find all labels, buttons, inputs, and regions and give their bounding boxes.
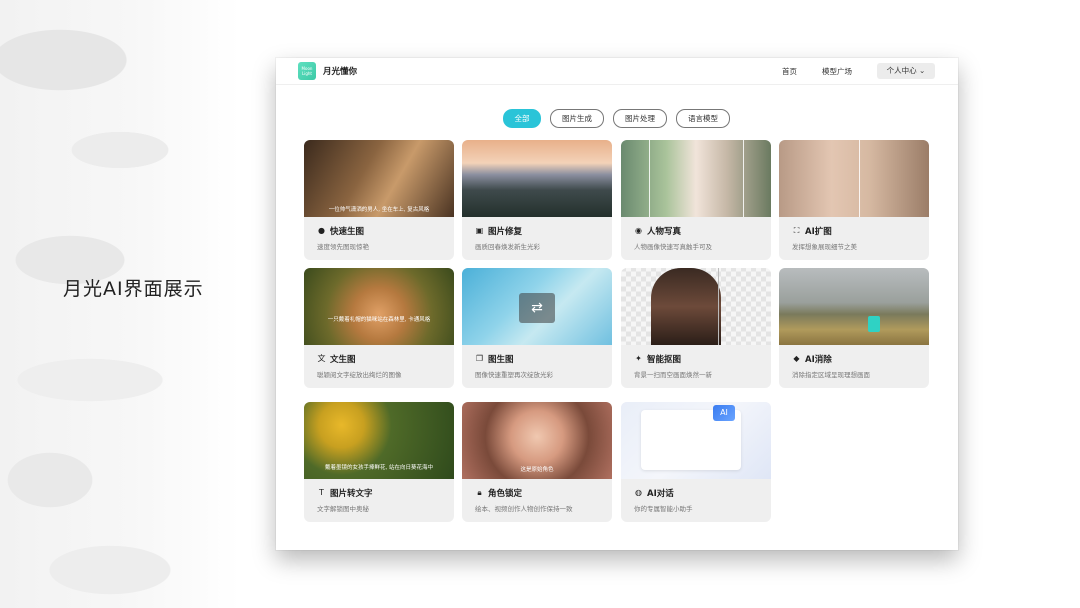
lock-icon: 🔒︎ — [477, 488, 482, 497]
card-title: 快速生图 — [330, 227, 365, 237]
card-title: 图片转文字 — [330, 489, 373, 499]
app-window: Moon Light 月光懂你 首页 模型广场 个人中心 ⌄ 全部 图片生成 图… — [276, 58, 958, 550]
card-image-caption: 一位帅气潇洒的男人, 坐在车上, 复古风格 — [328, 207, 430, 213]
camera-icon: ◉ — [635, 226, 642, 235]
expand-icon: ⛶ — [793, 226, 800, 235]
card-character-lock[interactable]: 这是原始角色 🔒︎ 角色锁定 绘本、视频创作人物创作保持一致 — [462, 402, 612, 522]
card-title: 图生图 — [488, 355, 514, 365]
card-title: AI对话 — [647, 489, 674, 499]
tab-image-processing[interactable]: 图片处理 — [613, 109, 667, 128]
globe-icon: ◍ — [635, 488, 642, 497]
card-image-caption: 一只戴着礼帽的猫咪站在森林里, 卡通风格 — [327, 317, 431, 323]
card-image: AI — [621, 402, 771, 479]
card-description: 背景一扫而空画面焕然一新 — [634, 371, 712, 379]
card-quick-generate[interactable]: 一位帅气潇洒的男人, 坐在车上, 复古风格 ● 快速生图 速度领先图现惊艳 — [304, 140, 454, 260]
ai-badge: AI — [713, 405, 735, 421]
filter-tabs: 全部 图片生成 图片处理 语言模型 — [276, 109, 958, 129]
card-description: 速度领先图现惊艳 — [317, 243, 369, 251]
card-title: AI扩图 — [805, 227, 832, 237]
card-portrait[interactable]: ◉ 人物写真 人物画像快速写真触手可及 — [621, 140, 771, 260]
card-title: AI消除 — [805, 355, 832, 365]
card-image: 戴着墨镜的女孩手捧鲜花, 站在向日葵花海中 — [304, 402, 454, 479]
card-image — [779, 268, 929, 345]
nav-home[interactable]: 首页 — [782, 66, 797, 77]
magic-wand-icon: ✦ — [635, 354, 642, 363]
card-description: 发挥想象展现细节之美 — [792, 243, 857, 251]
eraser-icon: ◆ — [793, 354, 800, 363]
tab-image-generation[interactable]: 图片生成 — [550, 109, 604, 128]
user-menu-label: 个人中心 — [886, 66, 917, 75]
card-image: ⇄ — [462, 268, 612, 345]
tab-all[interactable]: 全部 — [503, 109, 541, 128]
chevron-down-icon: ⌄ — [919, 66, 926, 75]
card-image-caption: 这是原始角色 — [520, 467, 554, 473]
tab-language-model[interactable]: 语言模型 — [676, 109, 730, 128]
card-description: 图像快速重塑再次绽放光彩 — [475, 371, 553, 379]
translate-icon: 文 — [317, 354, 326, 363]
card-description: 画质回春焕发新生光彩 — [475, 243, 540, 251]
card-image — [621, 140, 771, 217]
user-menu-button[interactable]: 个人中心 ⌄ — [877, 63, 935, 79]
swap-icon: ⇄ — [519, 293, 555, 323]
card-description: 聪颖阅文字绽放出绚烂的图像 — [317, 371, 402, 379]
card-description: 消除指定区域呈现理想画面 — [792, 371, 870, 379]
card-description: 你的专属智能小助手 — [634, 505, 693, 513]
logo[interactable]: Moon Light — [298, 62, 316, 80]
nav-models[interactable]: 模型广场 — [822, 66, 852, 77]
card-image — [779, 140, 929, 217]
card-image — [621, 268, 771, 345]
card-image: 一只戴着礼帽的猫咪站在森林里, 卡通风格 — [304, 268, 454, 345]
brush-background — [0, 0, 240, 608]
card-description: 文字解锁图中奥秘 — [317, 505, 369, 513]
card-description: 绘本、视频创作人物创作保持一致 — [475, 505, 573, 513]
text-box-icon: T — [319, 488, 324, 497]
card-image-caption: 戴着墨镜的女孩手捧鲜花, 站在向日葵花海中 — [325, 465, 433, 471]
card-image — [462, 140, 612, 217]
card-image: 这是原始角色 — [462, 402, 612, 479]
card-text-to-image[interactable]: 一只戴着礼帽的猫咪站在森林里, 卡通风格 文 文生图 聪颖阅文字绽放出绚烂的图像 — [304, 268, 454, 388]
card-image-to-image[interactable]: ⇄ ❐ 图生图 图像快速重塑再次绽放光彩 — [462, 268, 612, 388]
images-icon: ❐ — [475, 354, 484, 363]
app-name[interactable]: 月光懂你 — [323, 65, 357, 77]
hd-icon: ▣ — [475, 226, 484, 235]
card-title: 文生图 — [330, 355, 356, 365]
card-image: 一位帅气潇洒的男人, 坐在车上, 复古风格 — [304, 140, 454, 217]
card-smart-cutout[interactable]: ✦ 智能抠图 背景一扫而空画面焕然一新 — [621, 268, 771, 388]
card-ai-expand[interactable]: ⛶ AI扩图 发挥想象展现细节之美 — [779, 140, 929, 260]
top-nav: Moon Light 月光懂你 首页 模型广场 个人中心 ⌄ — [276, 58, 958, 85]
card-ai-chat[interactable]: AI ◍ AI对话 你的专属智能小助手 — [621, 402, 771, 522]
card-title: 图片修复 — [488, 227, 523, 237]
card-title: 智能抠图 — [647, 355, 682, 365]
card-ai-erase[interactable]: ◆ AI消除 消除指定区域呈现理想画面 — [779, 268, 929, 388]
card-image-restore[interactable]: ▣ 图片修复 画质回春焕发新生光彩 — [462, 140, 612, 260]
card-title: 角色锁定 — [488, 489, 523, 499]
card-title: 人物写真 — [647, 227, 682, 237]
card-description: 人物画像快速写真触手可及 — [634, 243, 712, 251]
card-image-to-text[interactable]: 戴着墨镜的女孩手捧鲜花, 站在向日葵花海中 T 图片转文字 文字解锁图中奥秘 — [304, 402, 454, 522]
rocket-icon: ● — [318, 226, 325, 235]
slide-title: 月光AI界面展示 — [63, 278, 204, 300]
